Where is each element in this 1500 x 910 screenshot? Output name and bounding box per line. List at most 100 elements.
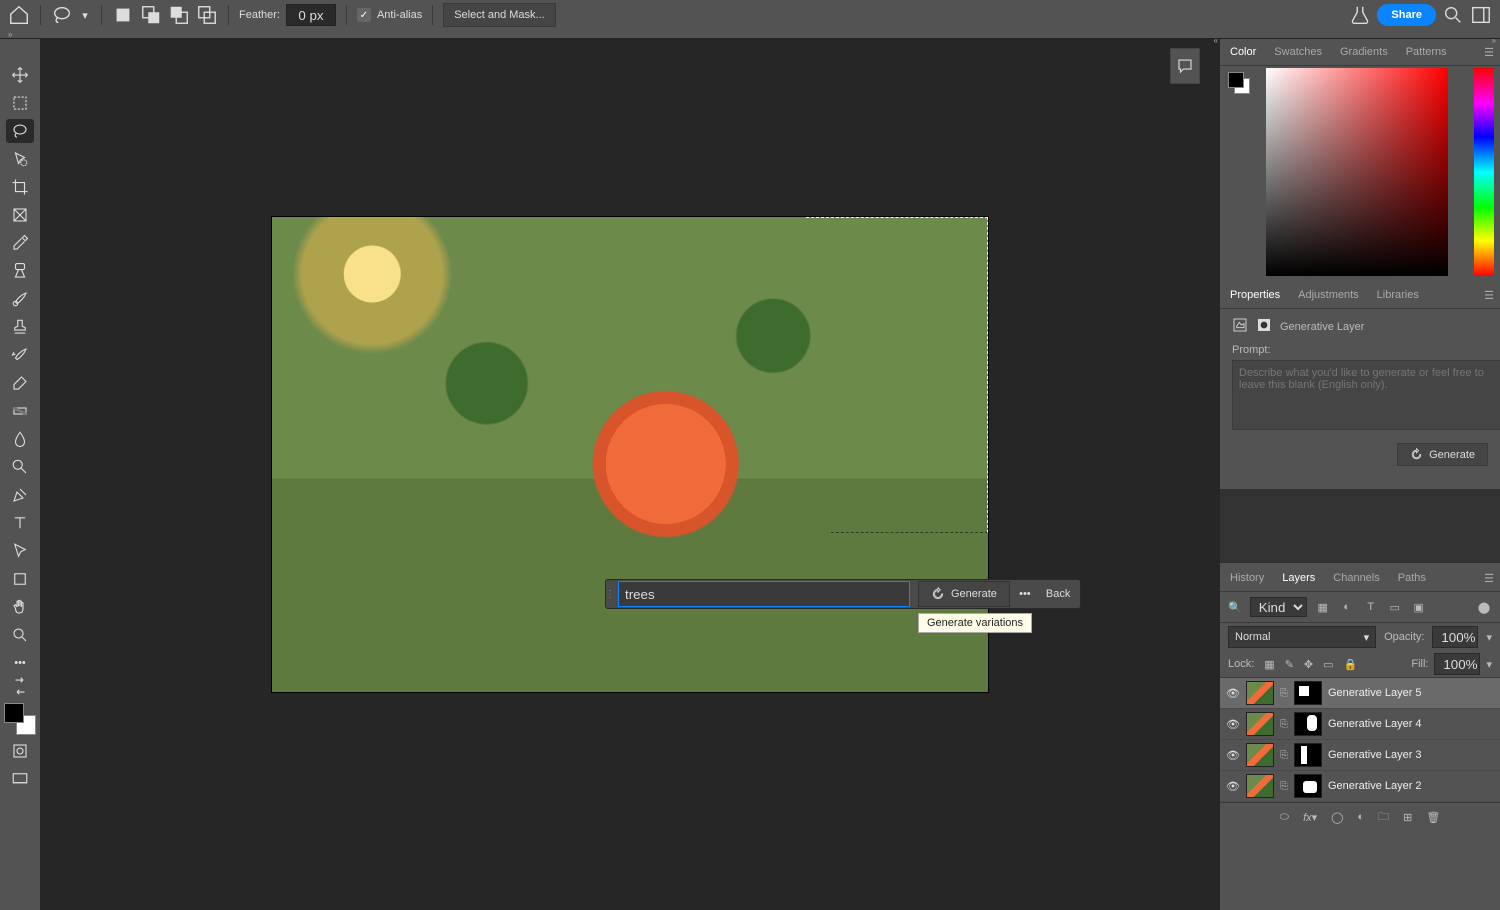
add-mask-icon[interactable]: ◯ bbox=[1331, 811, 1343, 824]
crop-tool[interactable] bbox=[6, 175, 34, 199]
lock-paint-icon[interactable]: ✎ bbox=[1285, 658, 1294, 671]
filter-kind-select[interactable]: Kind bbox=[1250, 597, 1307, 617]
intersect-selection-icon[interactable] bbox=[196, 4, 218, 26]
prompt-textarea[interactable] bbox=[1232, 360, 1500, 430]
workspace-icon[interactable] bbox=[1470, 4, 1492, 26]
tab-properties[interactable]: Properties bbox=[1230, 289, 1280, 301]
back-button[interactable]: Back bbox=[1036, 588, 1080, 600]
swap-colors-icon[interactable] bbox=[6, 679, 34, 693]
frame-tool[interactable] bbox=[6, 203, 34, 227]
mask-thumbnail[interactable] bbox=[1294, 743, 1322, 767]
link-icon[interactable]: ⎘ bbox=[1280, 688, 1288, 699]
panel-menu-icon[interactable]: ☰ bbox=[1484, 289, 1494, 302]
tab-history[interactable]: History bbox=[1230, 572, 1264, 584]
fill-input[interactable] bbox=[1434, 653, 1480, 675]
tab-color[interactable]: Color bbox=[1230, 46, 1256, 58]
lock-transparent-icon[interactable]: ▦ bbox=[1264, 658, 1274, 671]
canvas[interactable]: ⋮ Generate ••• Back Generate variations bbox=[40, 39, 1220, 910]
link-layers-icon[interactable]: ⬭ bbox=[1280, 811, 1289, 824]
hue-slider[interactable] bbox=[1474, 68, 1494, 276]
new-selection-icon[interactable] bbox=[112, 4, 134, 26]
panel-menu-icon[interactable]: ☰ bbox=[1484, 572, 1494, 585]
path-select-tool[interactable] bbox=[6, 539, 34, 563]
filter-adjust-icon[interactable]: ◐ bbox=[1339, 601, 1355, 613]
link-icon[interactable]: ⎘ bbox=[1280, 750, 1288, 761]
group-icon[interactable]: 🗀 bbox=[1378, 808, 1389, 827]
layer-thumbnail[interactable] bbox=[1246, 681, 1274, 705]
delete-icon[interactable]: 🗑 bbox=[1426, 811, 1440, 824]
tab-paths[interactable]: Paths bbox=[1398, 572, 1426, 584]
link-icon[interactable]: ⎘ bbox=[1280, 781, 1288, 792]
shape-tool[interactable] bbox=[6, 567, 34, 591]
drag-handle-icon[interactable]: ⋮ bbox=[606, 589, 614, 600]
tab-adjustments[interactable]: Adjustments bbox=[1298, 289, 1359, 301]
color-swatches[interactable] bbox=[4, 703, 36, 735]
comments-icon[interactable] bbox=[1170, 48, 1200, 84]
quick-mask-icon[interactable] bbox=[6, 739, 34, 763]
layer-row[interactable]: 👁 ⎘ Generative Layer 5 bbox=[1220, 678, 1500, 709]
filter-search-icon[interactable]: 🔍 bbox=[1228, 601, 1242, 614]
new-layer-icon[interactable]: ⊞ bbox=[1403, 811, 1412, 824]
prompt-input[interactable] bbox=[618, 581, 910, 607]
visibility-icon[interactable]: 👁 bbox=[1226, 718, 1240, 731]
brush-tool[interactable] bbox=[6, 287, 34, 311]
select-and-mask-button[interactable]: Select and Mask... bbox=[443, 3, 556, 27]
collapse-icon[interactable]: » bbox=[1492, 36, 1496, 45]
layer-thumbnail[interactable] bbox=[1246, 712, 1274, 736]
beaker-icon[interactable] bbox=[1349, 4, 1371, 26]
share-button[interactable]: Share bbox=[1377, 4, 1436, 26]
lasso-tool[interactable] bbox=[6, 119, 34, 143]
more-options-icon[interactable]: ••• bbox=[1014, 588, 1036, 600]
visibility-icon[interactable]: 👁 bbox=[1226, 780, 1240, 793]
filter-pixel-icon[interactable]: ▦ bbox=[1315, 601, 1331, 614]
fx-icon[interactable]: fx▾ bbox=[1303, 811, 1317, 824]
tab-layers[interactable]: Layers bbox=[1282, 572, 1315, 584]
subtract-selection-icon[interactable] bbox=[168, 4, 190, 26]
eraser-tool[interactable] bbox=[6, 371, 34, 395]
add-selection-icon[interactable] bbox=[140, 4, 162, 26]
quick-select-tool[interactable] bbox=[6, 147, 34, 171]
color-mini-swatches[interactable] bbox=[1228, 72, 1250, 94]
mask-thumbnail[interactable] bbox=[1294, 712, 1322, 736]
collapse-icon[interactable]: « bbox=[1214, 36, 1218, 45]
mask-thumbnail[interactable] bbox=[1294, 681, 1322, 705]
lasso-tool-icon[interactable] bbox=[51, 4, 73, 26]
filter-toggle-icon[interactable]: ⬤ bbox=[1476, 601, 1492, 614]
tab-gradients[interactable]: Gradients bbox=[1340, 46, 1388, 58]
visibility-icon[interactable]: 👁 bbox=[1226, 687, 1240, 700]
tab-channels[interactable]: Channels bbox=[1333, 572, 1379, 584]
layer-thumbnail[interactable] bbox=[1246, 743, 1274, 767]
opacity-input[interactable] bbox=[1432, 626, 1478, 648]
search-icon[interactable] bbox=[1442, 4, 1464, 26]
filter-smart-icon[interactable]: ▣ bbox=[1411, 601, 1427, 614]
move-tool[interactable] bbox=[6, 63, 34, 87]
hand-tool[interactable] bbox=[6, 595, 34, 619]
chevron-down-icon[interactable]: ▾ bbox=[79, 4, 91, 26]
blur-tool[interactable] bbox=[6, 427, 34, 451]
healing-tool[interactable] bbox=[6, 259, 34, 283]
filter-type-icon[interactable]: T bbox=[1363, 601, 1379, 613]
lock-position-icon[interactable]: ✥ bbox=[1304, 658, 1313, 671]
layer-row[interactable]: 👁 ⎘ Generative Layer 2 bbox=[1220, 771, 1500, 802]
layer-row[interactable]: 👁 ⎘ Generative Layer 3 bbox=[1220, 740, 1500, 771]
dodge-tool[interactable] bbox=[6, 455, 34, 479]
mask-thumbnail[interactable] bbox=[1294, 774, 1322, 798]
eyedropper-tool[interactable] bbox=[6, 231, 34, 255]
generate-button[interactable]: Generate bbox=[918, 581, 1010, 607]
home-icon[interactable] bbox=[8, 4, 30, 26]
blend-mode-select[interactable]: Normal▾ bbox=[1228, 626, 1376, 648]
type-tool[interactable] bbox=[6, 511, 34, 535]
document[interactable] bbox=[272, 217, 988, 692]
pen-tool[interactable] bbox=[6, 483, 34, 507]
screen-mode-icon[interactable] bbox=[6, 767, 34, 791]
marquee-tool[interactable] bbox=[6, 91, 34, 115]
filter-shape-icon[interactable]: ▭ bbox=[1387, 601, 1403, 614]
zoom-tool[interactable] bbox=[6, 623, 34, 647]
more-tools-icon[interactable]: ••• bbox=[6, 651, 34, 675]
layer-row[interactable]: 👁 ⎘ Generative Layer 4 bbox=[1220, 709, 1500, 740]
tab-patterns[interactable]: Patterns bbox=[1406, 46, 1447, 58]
tab-swatches[interactable]: Swatches bbox=[1274, 46, 1322, 58]
history-brush-tool[interactable] bbox=[6, 343, 34, 367]
panel-menu-icon[interactable]: ☰ bbox=[1484, 46, 1494, 59]
properties-generate-button[interactable]: Generate bbox=[1397, 443, 1488, 466]
